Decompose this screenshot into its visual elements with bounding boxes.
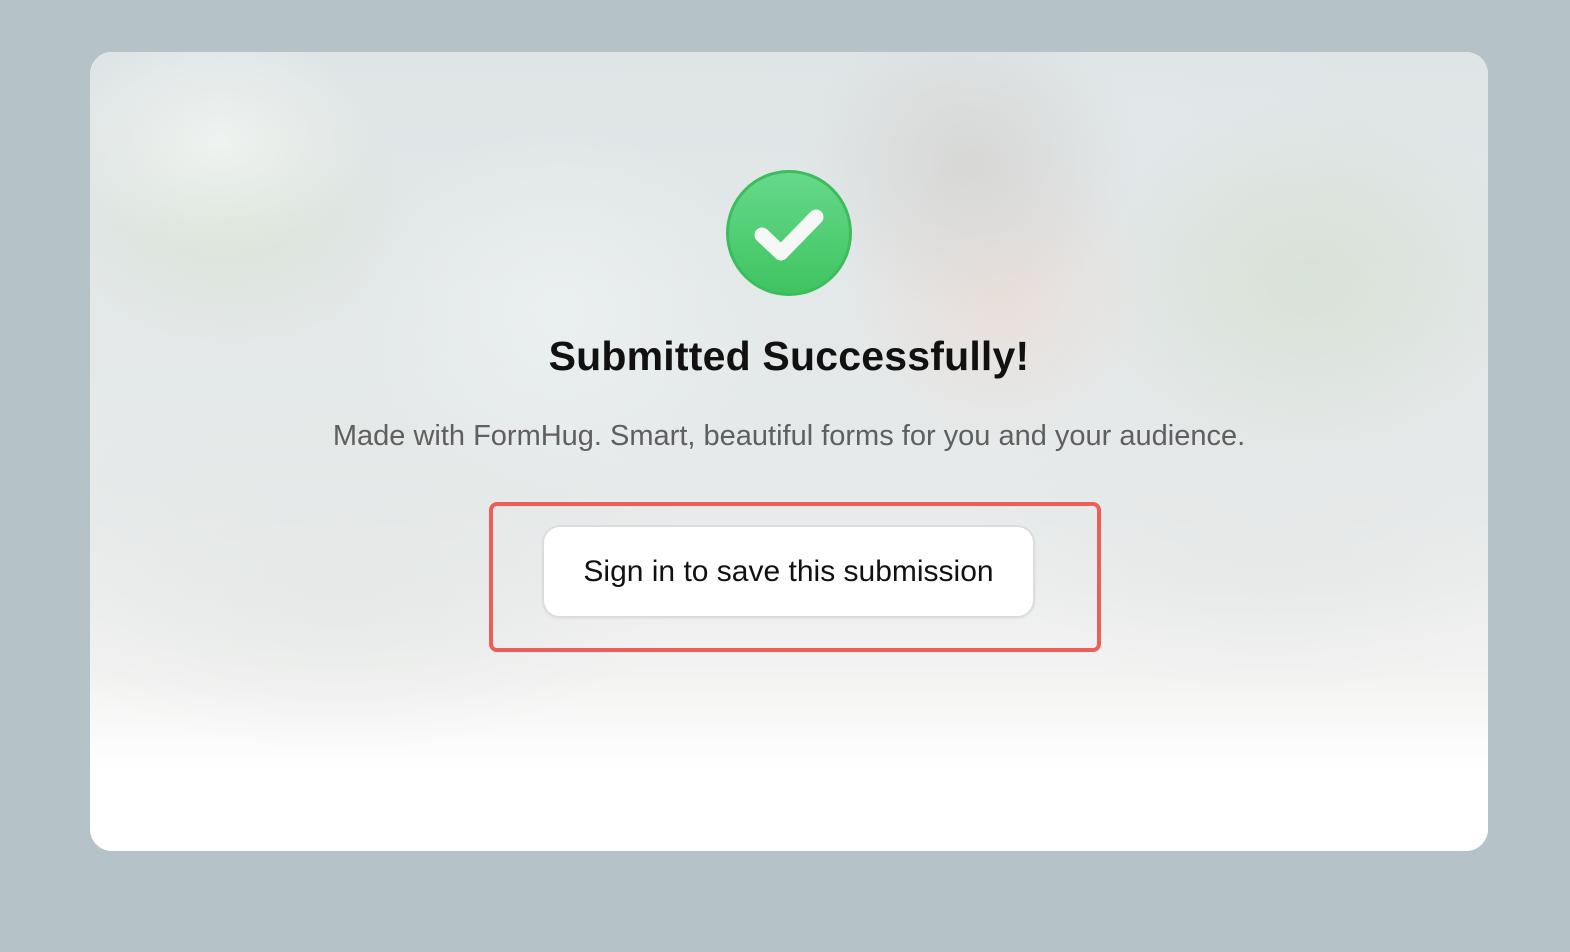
success-card: Submitted Successfully! Made with FormHu… <box>90 52 1488 851</box>
card-content: Submitted Successfully! Made with FormHu… <box>90 52 1488 851</box>
success-subtitle: Made with FormHug. Smart, beautiful form… <box>332 420 1246 452</box>
page: Submitted Successfully! Made with FormHu… <box>0 0 1570 952</box>
check-circle-icon <box>726 170 852 296</box>
sign-in-button[interactable]: Sign in to save this submission <box>542 525 1035 618</box>
success-title: Submitted Successfully! <box>548 333 1030 379</box>
